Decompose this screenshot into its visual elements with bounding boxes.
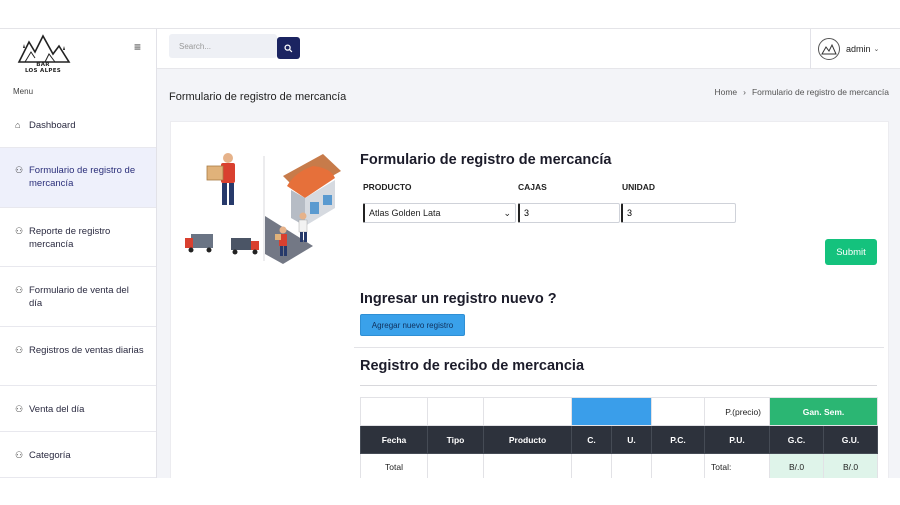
- users-icon: ⚇: [15, 165, 24, 175]
- column-header-u[interactable]: U.: [611, 425, 652, 454]
- unidad-input[interactable]: [621, 203, 736, 223]
- table-blue-cell: [571, 397, 652, 426]
- users-icon: ⚇: [15, 285, 24, 295]
- table-cell: [427, 453, 484, 478]
- users-icon: ⚇: [15, 226, 24, 236]
- search-icon: [284, 43, 293, 52]
- table-cell: [427, 397, 484, 426]
- sidebar-item-label: Formulario de venta del día: [29, 285, 129, 309]
- page-title: Formulario de registro de mercancía: [169, 91, 347, 103]
- breadcrumb-home[interactable]: Home: [714, 87, 737, 97]
- sidebar: BAR LOS ALPES ≡ Menu ⌂ Dashboard ⚇ Formu…: [0, 29, 157, 478]
- sidebar-item-dashboard[interactable]: ⌂ Dashboard: [0, 102, 156, 148]
- breadcrumb-current: Formulario de registro de mercancía: [751, 87, 889, 97]
- home-icon: ⌂: [15, 120, 21, 130]
- breadcrumb-separator: ›: [743, 87, 746, 97]
- table-header-row: Fecha Tipo Producto C. U. P.C. P.U. G.C.…: [360, 425, 878, 454]
- sidebar-item-label: Registros de ventas diarias: [29, 345, 144, 356]
- table-cell: [651, 397, 705, 426]
- sidebar-item-formulario-registro[interactable]: ⚇ Formulario de registro de mercancía: [0, 148, 156, 208]
- registro-title: Registro de recibo de mercancia: [360, 358, 585, 374]
- column-header-pu[interactable]: P.U.: [704, 425, 770, 454]
- table-cell: [483, 397, 572, 426]
- total-label: Total: [360, 453, 428, 478]
- table-cell: [651, 453, 705, 478]
- breadcrumb: Home › Formulario de registro de mercancía: [714, 87, 889, 97]
- topbar: admin ⌄: [157, 29, 900, 69]
- table-cell: [611, 453, 652, 478]
- logo-text: BAR LOS ALPES: [21, 62, 65, 74]
- sidebar-nav: ⌂ Dashboard ⚇ Formulario de registro de …: [0, 102, 156, 478]
- users-icon: ⚇: [15, 450, 24, 460]
- sidebar-item-label: Formulario de registro de mercancía: [29, 165, 136, 189]
- column-header-tipo[interactable]: Tipo: [427, 425, 484, 454]
- table-cell: [571, 453, 612, 478]
- sidebar-item-formulario-venta[interactable]: ⚇ Formulario de venta del día: [0, 267, 156, 327]
- divider: [354, 347, 884, 348]
- sidebar-item-venta-dia[interactable]: ⚇ Venta del día: [0, 386, 156, 432]
- column-header-fecha[interactable]: Fecha: [360, 425, 428, 454]
- add-registro-button[interactable]: Agregar nuevo registro: [360, 314, 465, 336]
- nuevo-registro-title: Ingresar un registro nuevo ?: [360, 291, 557, 307]
- label-unidad: UNIDAD: [622, 182, 656, 192]
- table-cell: [360, 397, 428, 426]
- total-gu-value: B/.0: [823, 453, 878, 478]
- sidebar-item-reporte-registro[interactable]: ⚇ Reporte de registro mercancía: [0, 208, 156, 267]
- producto-select-value: Atlas Golden Lata: [369, 208, 441, 218]
- ganancia-header: Gan. Sem.: [769, 397, 878, 426]
- search-button[interactable]: [277, 37, 300, 59]
- column-header-gc[interactable]: G.C.: [769, 425, 824, 454]
- table-total-row: Total Total: B/.0 B/.0: [360, 453, 878, 478]
- users-icon: ⚇: [15, 404, 24, 414]
- sidebar-item-label: Reporte de registro mercancía: [29, 226, 111, 250]
- menu-label: Menu: [13, 87, 34, 96]
- column-header-producto[interactable]: Producto: [483, 425, 572, 454]
- column-header-c[interactable]: C.: [571, 425, 612, 454]
- sidebar-item-categoria[interactable]: ⚇ Categoría: [0, 432, 156, 478]
- label-producto: PRODUCTO: [363, 182, 412, 192]
- submit-button[interactable]: Submit: [825, 239, 877, 265]
- table-top-row: P.(precio) Gan. Sem.: [360, 397, 878, 426]
- main-card: Formulario de registro de mercancía PROD…: [170, 121, 889, 478]
- precio-header-label: P.(precio): [725, 406, 761, 417]
- user-menu[interactable]: admin ⌄: [810, 29, 900, 69]
- chevron-down-icon: ⌄: [873, 46, 880, 53]
- delivery-illustration: [185, 153, 341, 264]
- mountain-logo-icon: [17, 34, 71, 63]
- label-cajas: CAJAS: [518, 182, 547, 192]
- app-frame: BAR LOS ALPES ≡ Menu ⌂ Dashboard ⚇ Formu…: [0, 28, 900, 478]
- logo[interactable]: BAR LOS ALPES: [15, 32, 71, 76]
- users-icon: ⚇: [15, 345, 24, 355]
- avatar-mountain-icon: [821, 43, 837, 55]
- chevron-down-icon: ⌄: [503, 207, 511, 218]
- avatar: [818, 38, 840, 60]
- sidebar-item-registros-ventas[interactable]: ⚇ Registros de ventas diarias: [0, 327, 156, 386]
- column-header-gu[interactable]: G.U.: [823, 425, 878, 454]
- divider: [360, 385, 877, 386]
- menu-toggle-icon[interactable]: ≡: [134, 41, 146, 53]
- registro-table: P.(precio) Gan. Sem. Fecha Tipo Producto…: [360, 397, 878, 478]
- sidebar-item-label: Dashboard: [29, 120, 76, 131]
- form-title: Formulario de registro de mercancía: [360, 152, 612, 168]
- column-header-pc[interactable]: P.C.: [651, 425, 705, 454]
- cajas-input[interactable]: [518, 203, 620, 223]
- total-gc-value: B/.0: [769, 453, 824, 478]
- logo-line-2: LOS ALPES: [24, 68, 62, 74]
- table-cell: [483, 453, 572, 478]
- user-name: admin: [846, 44, 871, 54]
- sidebar-item-label: Categoría: [29, 450, 71, 461]
- producto-select[interactable]: Atlas Golden Lata ⌄: [363, 203, 516, 223]
- sidebar-item-label: Venta del día: [29, 404, 85, 415]
- search-input[interactable]: [169, 34, 277, 58]
- total-pu-label: Total:: [704, 453, 770, 478]
- precio-header: P.(precio): [704, 397, 770, 426]
